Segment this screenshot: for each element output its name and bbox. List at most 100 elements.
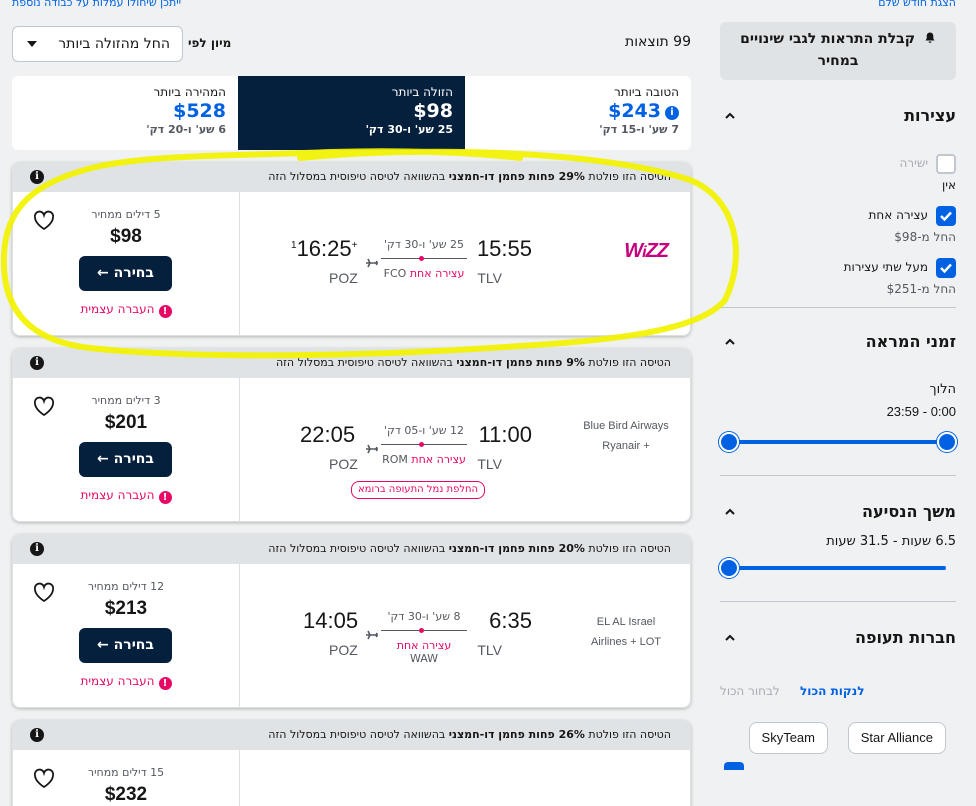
- departure-airport: TLV: [477, 456, 502, 472]
- sort-label: מיון לפי: [188, 36, 232, 50]
- chevron-up-icon[interactable]: [724, 110, 736, 122]
- select-flight-button[interactable]: בחירה ←: [79, 442, 172, 477]
- flight-price: $232: [104, 784, 148, 805]
- duration-range: 6.5 שעות - 31.5 שעות: [826, 534, 956, 549]
- arrival-airport: POZ: [329, 270, 358, 286]
- flight-duration: 12 שע' ו-05 דק': [383, 424, 464, 437]
- direct-sub: אין: [942, 178, 956, 192]
- warning-icon: !: [158, 491, 172, 504]
- airline-name: EL AL Israel Airlines + LOT: [566, 612, 686, 652]
- arrival-time: 14:05: [303, 608, 359, 633]
- arrival-time: +116:25: [291, 236, 357, 262]
- arrival-time: 22:05: [300, 422, 356, 447]
- select-flight-button[interactable]: בחירה ←: [79, 256, 172, 291]
- stop-dot: [419, 256, 424, 261]
- info-icon[interactable]: i: [665, 106, 679, 120]
- notice-text-post: בהשוואה לטיסה טיפוסית במסלול הזה: [268, 542, 449, 555]
- airline-line-2: + Ryanair: [602, 440, 650, 452]
- flight-route-info: 12 שע' ו-05 דק' עצירה אחת ROM: [381, 424, 467, 466]
- stops-label: עצירה אחת: [411, 453, 466, 466]
- flight-card[interactable]: הטיסה הזו פולטת 9% פחות פחמן דו-חמצני בה…: [12, 348, 691, 522]
- via-airport: WAW: [409, 652, 439, 665]
- baggage-fees-link[interactable]: ייתכן שיחולו עמלות על כבודה נוספת: [12, 0, 181, 9]
- arrival-airport: POZ: [329, 456, 358, 472]
- warning-icon: !: [158, 677, 172, 690]
- notice-text-bold: 9% פחות פחמן דו-חמצני: [456, 356, 585, 369]
- star-alliance-button[interactable]: Star Alliance: [847, 722, 946, 754]
- one-stop-checkbox[interactable]: [936, 206, 956, 226]
- self-transfer-warning[interactable]: !העברה עצמית: [13, 302, 239, 318]
- stops-option-direct[interactable]: ישירה אין: [720, 154, 956, 194]
- airline-line-1: Blue Bird Airways: [583, 420, 669, 432]
- duration-filter: משך הנסיעה 6.5 שעות - 31.5 שעות: [719, 476, 956, 602]
- departure-slider-track[interactable]: [730, 440, 946, 444]
- emissions-notice: הטיסה הזו פולטת 26% פחות פחמן דו-חמצני ב…: [12, 720, 691, 750]
- departure-times-filter: זמני המראה הלוך 0:00 - 23:59: [719, 308, 957, 476]
- stops-option-two-plus[interactable]: מעל שתי עצירות החל מ-$251: [720, 258, 956, 298]
- self-transfer-warning[interactable]: !העברה עצמית: [13, 488, 239, 504]
- tab-fastest[interactable]: המהירה ביותר $528 6 שע' ו-20 דק': [12, 76, 238, 150]
- tab-cheapest[interactable]: הזולה ביותר $98 25 שע' ו-30 דק': [238, 76, 465, 150]
- info-icon[interactable]: i: [30, 728, 44, 742]
- filters-sidebar: קבלת התראות לגבי שינויים במחיר עצירות יש…: [719, 22, 957, 770]
- flight-card[interactable]: הטיסה הזו פולטת 29% פחות פחמן דו-חמצני ב…: [12, 162, 691, 336]
- flight-card[interactable]: הטיסה הזו פולטת 20% פחות פחמן דו-חמצני ב…: [12, 534, 691, 708]
- skyteam-button[interactable]: SkyTeam: [748, 722, 828, 754]
- show-full-month-link[interactable]: הצגת חודש שלם: [878, 0, 956, 9]
- select-label: בחירה: [113, 451, 154, 467]
- direct-checkbox[interactable]: [936, 154, 956, 174]
- airline-checkbox-partial[interactable]: [724, 762, 744, 770]
- stops-title: עצירות: [904, 106, 956, 125]
- tab-best[interactable]: הטובה ביותר i $243 7 שע' ו-15 דק': [465, 76, 691, 150]
- duration-slider-handle[interactable]: [719, 558, 739, 578]
- select-flight-button[interactable]: בחירה ←: [79, 628, 172, 663]
- info-icon[interactable]: i: [30, 542, 44, 556]
- airlines-title: חברות תעופה: [855, 628, 956, 647]
- departure-times-title: זמני המראה: [865, 332, 956, 351]
- price-alert-button[interactable]: קבלת התראות לגבי שינויים במחיר: [720, 22, 956, 80]
- airlines-filter: חברות תעופה לבחור הכול לנקות הכול Star A…: [720, 602, 956, 770]
- clear-all-link[interactable]: לנקות הכול: [800, 684, 864, 698]
- tab-cheapest-price: $98: [413, 100, 453, 122]
- airport-change-badge[interactable]: החלפת נמל התעופה ברומא: [351, 481, 486, 499]
- flight-card-body: Blue Bird Airways + Ryanair 11:00 TLV 12…: [12, 378, 691, 522]
- info-icon[interactable]: i: [30, 170, 44, 184]
- stop-dot: [419, 628, 424, 633]
- info-icon[interactable]: i: [30, 356, 44, 370]
- departure-slider-min-handle[interactable]: [937, 432, 957, 452]
- tab-fastest-name: המהירה ביותר: [153, 85, 227, 99]
- flight-card[interactable]: הטיסה הזו פולטת 26% פחות פחמן דו-חמצני ב…: [12, 720, 691, 806]
- sort-select[interactable]: החל מהזולה ביותר: [12, 26, 183, 62]
- airline-line-2: Airlines + LOT: [591, 636, 661, 648]
- direct-label: ישירה: [899, 156, 928, 170]
- airline-line-1: EL AL Israel: [596, 616, 656, 628]
- emissions-notice: הטיסה הזו פולטת 9% פחות פחמן דו-חמצני בה…: [12, 348, 691, 378]
- card-divider: [239, 564, 240, 707]
- two-plus-checkbox[interactable]: [936, 258, 956, 278]
- plane-icon: [366, 444, 378, 454]
- chevron-up-icon[interactable]: [724, 336, 736, 348]
- check-icon: [940, 211, 952, 222]
- departure-slider-max-handle[interactable]: [719, 432, 739, 452]
- emissions-notice: הטיסה הזו פולטת 29% פחות פחמן דו-חמצני ב…: [12, 162, 691, 192]
- chevron-up-icon[interactable]: [724, 506, 736, 518]
- dropdown-arrow-icon: [27, 41, 37, 47]
- flight-price: $98: [110, 226, 142, 247]
- flight-duration: 25 שע' ו-30 דק': [383, 238, 464, 251]
- notice-text-bold: 20% פחות פחמן דו-חמצני: [448, 542, 585, 555]
- deals-count: 12 דילים ממחיר: [87, 580, 165, 593]
- chevron-up-icon[interactable]: [724, 632, 736, 644]
- arrival-airport: POZ: [329, 642, 358, 658]
- flight-price: $201: [104, 412, 148, 433]
- select-all-link[interactable]: לבחור הכול: [720, 684, 780, 698]
- two-plus-label: מעל שתי עצירות: [843, 260, 928, 274]
- self-transfer-warning[interactable]: !העברה עצמית: [13, 674, 239, 690]
- route-line: [381, 625, 467, 637]
- plane-icon: [366, 630, 378, 640]
- duration-slider-track[interactable]: [730, 566, 946, 570]
- notice-text-pre: הטיסה הזו פולטת: [584, 170, 671, 183]
- stops-option-one[interactable]: עצירה אחת החל מ-$98: [720, 206, 956, 246]
- deals-count: 3 דילים ממחיר: [91, 394, 161, 407]
- outbound-label: הלוך: [929, 382, 956, 397]
- arrow-left-icon: ←: [97, 451, 109, 467]
